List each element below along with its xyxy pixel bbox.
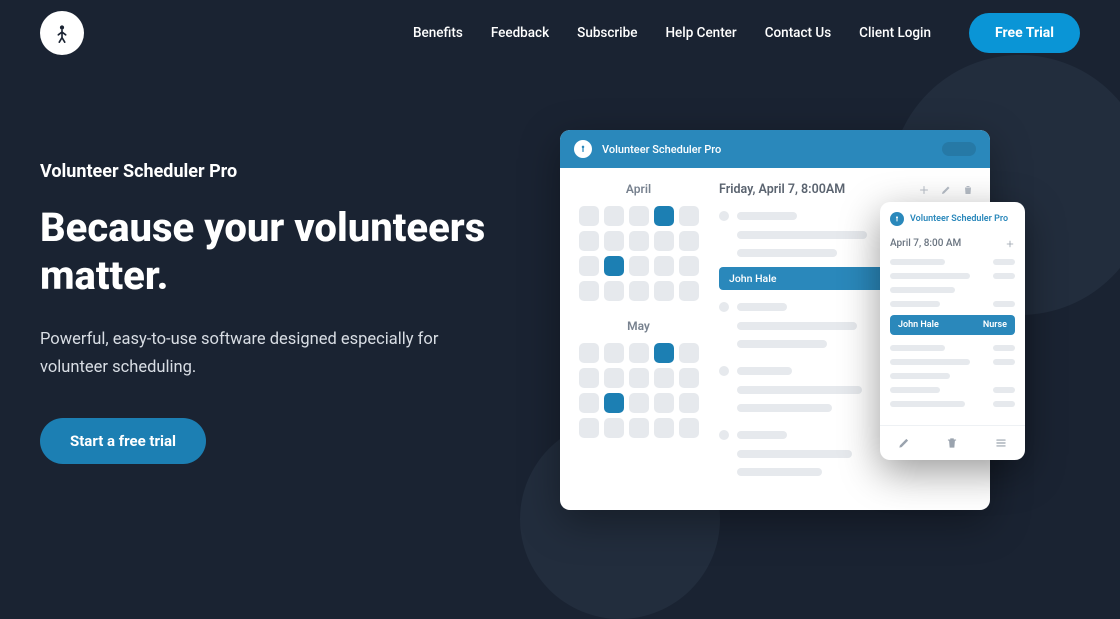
month-label-april: April <box>576 182 701 196</box>
assignment-role: Nurse <box>983 320 1007 330</box>
assignment-name: John Hale <box>729 272 777 285</box>
nav-link-feedback[interactable]: Feedback <box>491 25 549 41</box>
selected-day <box>604 256 624 276</box>
trash-icon <box>945 436 959 450</box>
header-pill <box>942 142 976 156</box>
detail-date-title: Friday, April 7, 8:00AM <box>719 182 908 197</box>
selected-day <box>654 343 674 363</box>
nav-link-contact-us[interactable]: Contact Us <box>765 25 831 41</box>
free-trial-button[interactable]: Free Trial <box>969 13 1080 53</box>
trash-icon <box>962 184 974 196</box>
app-logo-icon <box>574 140 592 158</box>
nav-links: Benefits Feedback Subscribe Help Center … <box>413 13 1080 53</box>
mobile-mockup: Volunteer Scheduler Pro April 7, 8:00 AM… <box>880 202 1025 460</box>
selected-day <box>654 206 674 226</box>
site-logo[interactable] <box>40 11 84 55</box>
calendar-grid-april <box>576 206 701 301</box>
pencil-icon <box>940 184 952 196</box>
month-label-may: May <box>576 319 701 333</box>
app-logo-icon <box>890 212 904 226</box>
brand-name: Volunteer Scheduler Pro <box>40 161 500 182</box>
hero-headline: Because your volunteers matter. <box>40 204 500 300</box>
product-mockups: Volunteer Scheduler Pro April May <box>560 130 990 510</box>
nav-link-help-center[interactable]: Help Center <box>665 25 736 41</box>
mobile-app-title: Volunteer Scheduler Pro <box>910 214 1008 224</box>
plus-icon <box>918 184 930 196</box>
selected-day <box>604 393 624 413</box>
pencil-icon <box>897 436 911 450</box>
hero-subhead: Powerful, easy-to-use software designed … <box>40 326 460 382</box>
mockup-header: Volunteer Scheduler Pro <box>560 130 990 168</box>
person-icon <box>51 22 73 44</box>
nav-link-subscribe[interactable]: Subscribe <box>577 25 637 41</box>
nav-link-client-login[interactable]: Client Login <box>859 25 931 41</box>
mobile-footer <box>880 425 1025 460</box>
mobile-date: April 7, 8:00 AM <box>890 238 961 249</box>
plus-icon <box>1005 239 1015 249</box>
app-title: Volunteer Scheduler Pro <box>602 143 932 156</box>
menu-icon <box>994 436 1008 450</box>
mobile-highlighted-assignment: John Hale Nurse <box>890 315 1015 335</box>
start-free-trial-button[interactable]: Start a free trial <box>40 418 206 464</box>
hero-section: Volunteer Scheduler Pro Because your vol… <box>0 56 500 464</box>
calendar-grid-may <box>576 343 701 438</box>
top-nav: Benefits Feedback Subscribe Help Center … <box>0 0 1120 56</box>
calendar-column: April May <box>576 182 701 486</box>
assignment-name: John Hale <box>898 320 939 330</box>
nav-link-benefits[interactable]: Benefits <box>413 25 463 41</box>
